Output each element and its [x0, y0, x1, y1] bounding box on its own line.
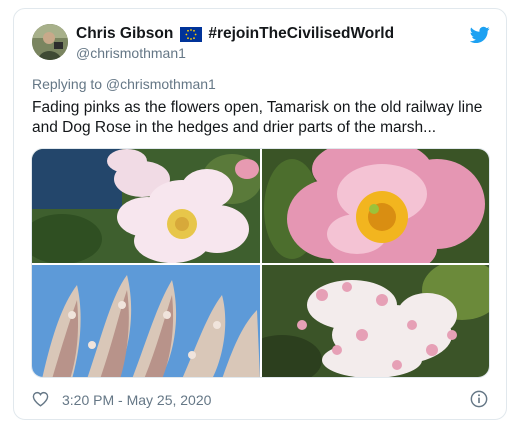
author-handle[interactable]: @chrismothman1 — [76, 45, 186, 61]
info-icon[interactable] — [470, 390, 488, 408]
photo-dog-rose-1[interactable] — [32, 149, 260, 263]
author-name[interactable]: Chris Gibson — [76, 25, 173, 43]
tweet-header: Chris Gibson #rejoinTheCivilisedWorld @c… — [32, 24, 490, 64]
tweet-card[interactable]: Chris Gibson #rejoinTheCivilisedWorld @c… — [13, 8, 507, 420]
tweet-text: Fading pinks as the flowers open, Tamari… — [32, 99, 483, 136]
avatar[interactable] — [32, 24, 68, 60]
heart-icon[interactable] — [32, 391, 49, 407]
author-name-line[interactable]: Chris Gibson #rejoinTheCivilisedWorld — [76, 25, 394, 43]
media-grid — [31, 148, 490, 378]
eu-flag-icon — [180, 26, 203, 42]
author-name-suffix[interactable]: #rejoinTheCivilisedWorld — [208, 25, 394, 43]
reply-context[interactable]: Replying to @chrismothman1 — [32, 76, 216, 92]
tweet-timestamp[interactable]: 3:20 PM - May 25, 2020 — [62, 392, 211, 408]
photo-dog-rose-2[interactable] — [262, 149, 489, 263]
photo-tamarisk-2[interactable] — [262, 265, 489, 377]
photo-tamarisk-1[interactable] — [32, 265, 260, 377]
tweet-footer: 3:20 PM - May 25, 2020 — [32, 389, 490, 411]
twitter-bird-icon[interactable] — [470, 26, 490, 44]
